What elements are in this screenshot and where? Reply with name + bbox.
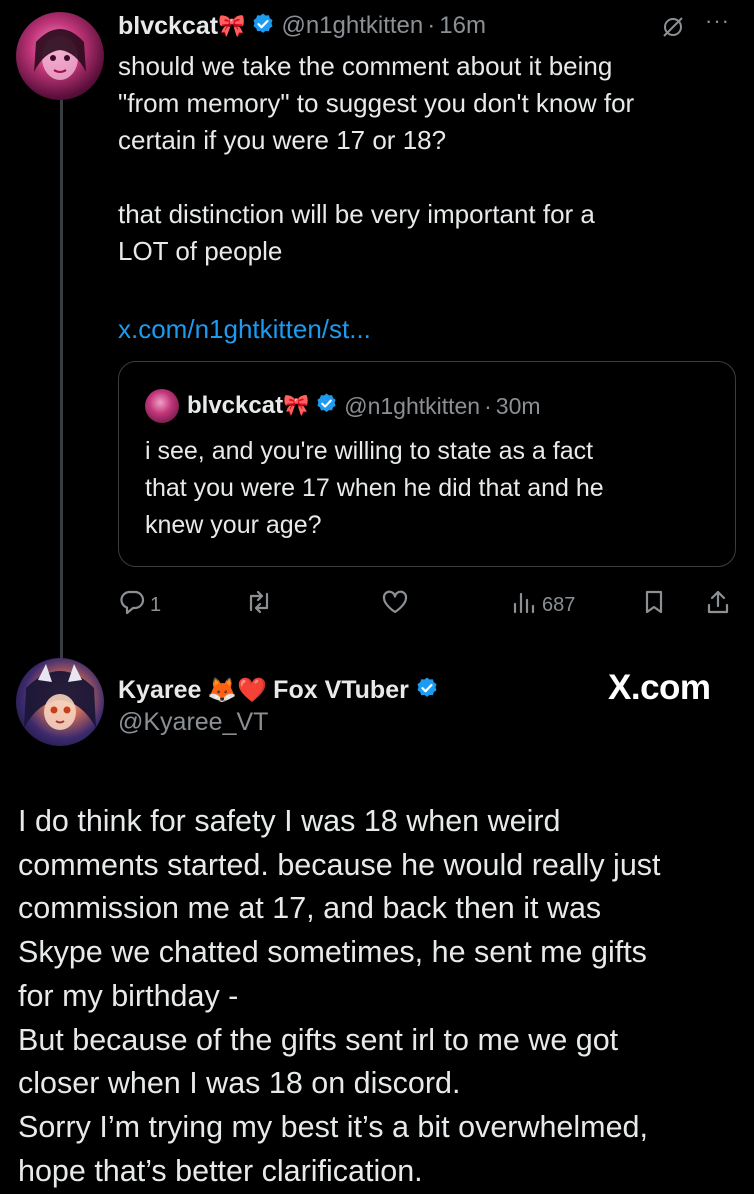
avatar-art-icon (24, 664, 96, 730)
tweet-link[interactable]: x.com/n1ghtkitten/st... (118, 314, 371, 345)
reply-name-suffix[interactable]: Fox VTuber (273, 676, 409, 705)
views-count: 687 (542, 593, 576, 616)
quote-timestamp: 30m (495, 392, 541, 419)
avatar[interactable] (16, 12, 104, 100)
views-button[interactable]: 687 (510, 588, 575, 622)
x-watermark: X.com (608, 668, 711, 707)
share-icon (704, 588, 732, 622)
reply-display-name[interactable]: Kyaree (118, 676, 201, 705)
more-icon[interactable]: ··· (705, 8, 730, 34)
avatar-art-icon (34, 29, 86, 80)
quote-header: blvckcat 🎀 @n1ghtkitten · 30m (187, 388, 541, 424)
reply-count: 1 (150, 593, 162, 616)
timestamp[interactable]: 16m (439, 12, 486, 40)
verified-badge-icon (251, 12, 275, 41)
quote-body: i see, and you're willing to state as a … (145, 437, 604, 539)
verified-badge-icon (315, 392, 338, 420)
reply-body: I do think for safety I was 18 when weir… (18, 804, 661, 1188)
quote-handle: @n1ghtkitten (344, 392, 481, 419)
share-button[interactable] (704, 588, 732, 622)
display-name[interactable]: blvckcat (118, 12, 218, 41)
avatar[interactable] (16, 658, 104, 746)
reply-header: Kyaree 🦊❤️ Fox VTuber (118, 672, 439, 708)
fox-heart-emoji: 🦊❤️ (207, 676, 268, 704)
like-icon (380, 588, 410, 622)
bow-emoji: 🎀 (218, 13, 246, 38)
bookmark-icon (640, 588, 668, 622)
bookmark-button[interactable] (640, 588, 668, 622)
quote-bow-emoji: 🎀 (283, 394, 310, 417)
grok-icon[interactable] (660, 14, 686, 45)
retweet-button[interactable] (244, 588, 274, 622)
like-button[interactable] (380, 588, 410, 622)
retweet-icon (244, 588, 274, 622)
views-icon (510, 588, 538, 622)
thread-line (60, 90, 63, 660)
handle[interactable]: @n1ghtkitten (281, 12, 423, 40)
separator: · (427, 12, 436, 39)
tweet-body: should we take the comment about it bein… (118, 51, 635, 266)
reply-icon (118, 588, 146, 622)
quoted-avatar (145, 389, 179, 423)
quote-display-name: blvckcat (187, 392, 284, 419)
reply-handle[interactable]: @Kyaree_VT (118, 708, 268, 737)
tweet-header: blvckcat 🎀 @n1ghtkitten · 16m (118, 8, 486, 44)
quote-separator: · (484, 392, 492, 419)
reply-button[interactable]: 1 (118, 588, 161, 622)
verified-badge-icon (415, 676, 439, 705)
